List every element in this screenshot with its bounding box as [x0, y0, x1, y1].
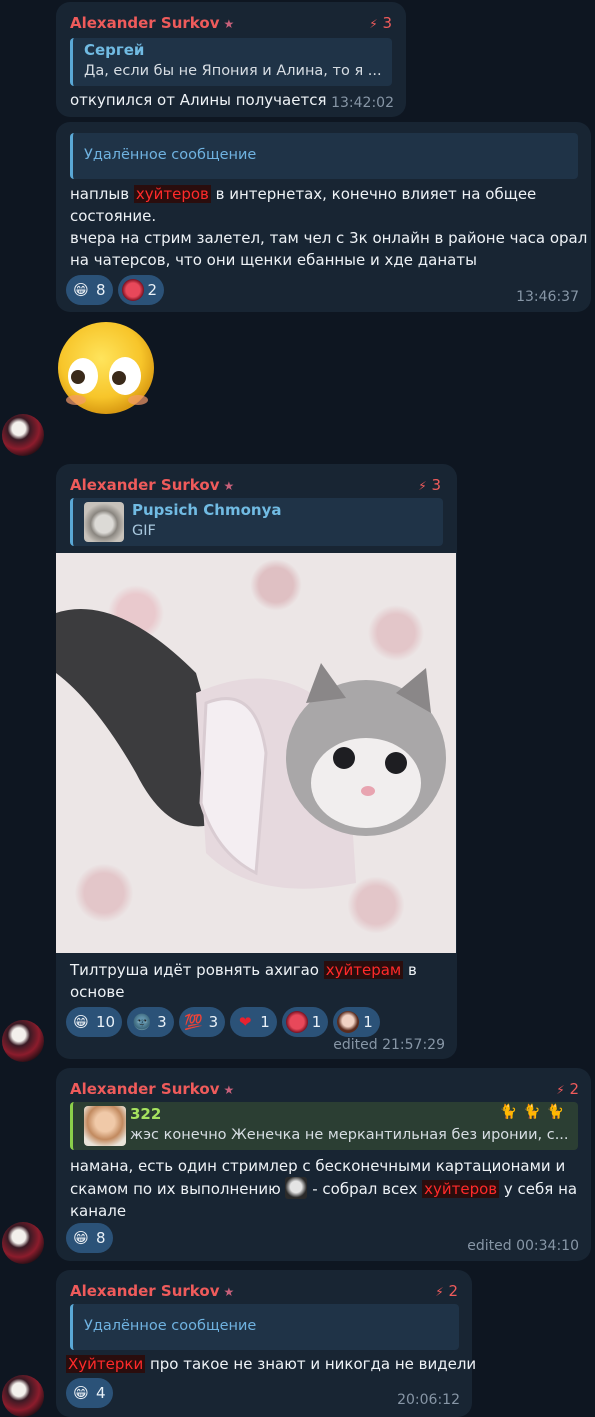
reactions-bar: 😁 10 🌚 3 💯 3 ❤ 1 1 1 [66, 1007, 380, 1037]
reply-quote[interactable]: Сергей Да, если бы не Япония и Алина, то… [70, 38, 392, 86]
reaction-chip[interactable]: 😁 4 [66, 1378, 113, 1408]
lightning-icon: ⚡ [435, 1285, 444, 1299]
reaction-chip[interactable]: 🌚 3 [127, 1007, 174, 1037]
reply-thumbnail [84, 1106, 126, 1146]
moon-face-emoji-icon: 🌚 [132, 1012, 152, 1031]
sender-name[interactable]: Alexander Surkov ★ [70, 14, 234, 32]
star-icon: ★ [223, 1285, 235, 1299]
message-text: Тилтруша идёт ровнять ахигао хуйтерам в … [70, 961, 417, 1001]
reply-deleted-text: Удалённое сообщение [84, 147, 257, 163]
rank-badge: ⚡ 2 [435, 1282, 458, 1300]
spoiler-text[interactable]: хуйтеров [422, 1180, 500, 1198]
reply-author: Сергей [84, 41, 145, 59]
reply-quote[interactable]: Pupsich Chmonya GIF [70, 498, 443, 546]
message-text: Хуйтерки про такое не знают и никогда не… [66, 1355, 477, 1373]
star-icon: ★ [223, 17, 235, 31]
reaction-chip[interactable]: 1 [333, 1007, 380, 1037]
reply-quote[interactable]: Удалённое сообщение [70, 1304, 459, 1350]
avatar[interactable] [2, 1375, 44, 1417]
sender-name[interactable]: Alexander Surkov ★ [70, 476, 234, 494]
reaction-chip[interactable]: ❤ 1 [230, 1007, 277, 1037]
rank-badge: ⚡ 2 [556, 1080, 579, 1098]
spoiler-text[interactable]: хуйтеров [133, 185, 211, 203]
message-time: edited 21:57:29 [333, 1037, 445, 1053]
message-bubble[interactable]: Alexander Surkov ★ ⚡ 3 Pupsich Chmonya GI… [56, 464, 457, 1059]
reactions-bar: 😁 8 2 [66, 275, 165, 305]
message-bubble[interactable]: Alexander Surkov ★ ⚡ 2 322 жэс конечно Же… [56, 1068, 591, 1261]
reply-thumbnail [84, 502, 124, 542]
avatar[interactable] [2, 1222, 44, 1264]
reaction-chip[interactable]: 💯 3 [178, 1007, 226, 1037]
red-face-sticker-icon [121, 279, 144, 301]
message-time: 13:46:37 [516, 289, 579, 305]
reaction-chip[interactable]: 😁 10 [66, 1007, 123, 1037]
avatar[interactable] [2, 414, 44, 456]
message-time: 20:06:12 [397, 1392, 460, 1408]
message-text: откупился от Алины получается [70, 91, 327, 109]
grin-emoji-icon: 😁 [73, 1012, 89, 1031]
reply-text: Да, если бы не Япония и Алина, то я ... [84, 63, 382, 79]
message-text: наплыв хуйтеров в интернетах, конечно вл… [70, 185, 588, 269]
flushed-face-icon [58, 322, 154, 414]
cat-pattern-icon: 🐈🐈🐈 [499, 1104, 570, 1120]
star-icon: ★ [223, 479, 235, 493]
reaction-chip[interactable]: 2 [117, 275, 165, 305]
grin-emoji-icon: 😁 [73, 280, 89, 299]
lightning-icon: ⚡ [418, 479, 427, 493]
message-text: намана, есть один стримлер с бесконечным… [70, 1157, 578, 1220]
message-bubble[interactable]: Alexander Surkov ★ ⚡ 2 Удалённое сообщени… [56, 1270, 476, 1417]
lightning-icon: ⚡ [369, 17, 378, 31]
grin-emoji-icon: 😁 [73, 1383, 89, 1402]
gif-image[interactable] [56, 553, 456, 953]
message-time: 13:42:02 [331, 95, 394, 111]
reply-quote[interactable]: Удалённое сообщение [70, 133, 578, 179]
lightning-icon: ⚡ [556, 1083, 565, 1097]
kitten-icon [56, 609, 446, 889]
grin-emoji-icon: 😁 [73, 1228, 89, 1247]
reactions-bar: 😁 4 [66, 1378, 113, 1408]
reply-text: жэс конечно Женечка не меркантильная без… [130, 1127, 569, 1143]
message-bubble[interactable]: Alexander Surkov ★ ⚡ 3 Сергей Да, если бы… [56, 2, 406, 117]
hundred-emoji-icon: 💯 [184, 1012, 203, 1031]
sender-name[interactable]: Alexander Surkov ★ [70, 1080, 234, 1098]
reaction-chip[interactable]: 😁 8 [66, 1223, 113, 1253]
message-bubble[interactable]: Удалённое сообщение наплыв хуйтеров в ин… [56, 122, 591, 312]
star-icon: ★ [223, 1083, 235, 1097]
reaction-chip[interactable]: 😁 8 [66, 275, 113, 305]
avatar[interactable] [2, 1020, 44, 1062]
rank-badge: ⚡ 3 [418, 476, 441, 494]
rank-badge: ⚡ 3 [369, 14, 392, 32]
inline-face-emoji-icon [285, 1177, 308, 1199]
reply-text: GIF [132, 523, 156, 539]
spoiler-text[interactable]: Хуйтерки [66, 1355, 146, 1373]
heart-emoji-icon: ❤ [238, 1012, 252, 1031]
reaction-chip[interactable]: 1 [281, 1007, 329, 1037]
flushed-face-sticker[interactable] [56, 320, 156, 416]
sender-name[interactable]: Alexander Surkov ★ [70, 1282, 234, 1300]
portrait-sticker-icon [337, 1011, 360, 1033]
red-face-sticker-icon [285, 1011, 308, 1033]
message-time: edited 00:34:10 [467, 1238, 579, 1254]
spoiler-text[interactable]: хуйтерам [323, 961, 404, 979]
reply-quote[interactable]: 322 жэс конечно Женечка не меркантильная… [70, 1102, 578, 1150]
reactions-bar: 😁 8 [66, 1223, 113, 1253]
reply-author: 322 [130, 1105, 162, 1123]
reply-author: Pupsich Chmonya [132, 501, 282, 519]
reply-deleted-text: Удалённое сообщение [84, 1318, 257, 1334]
